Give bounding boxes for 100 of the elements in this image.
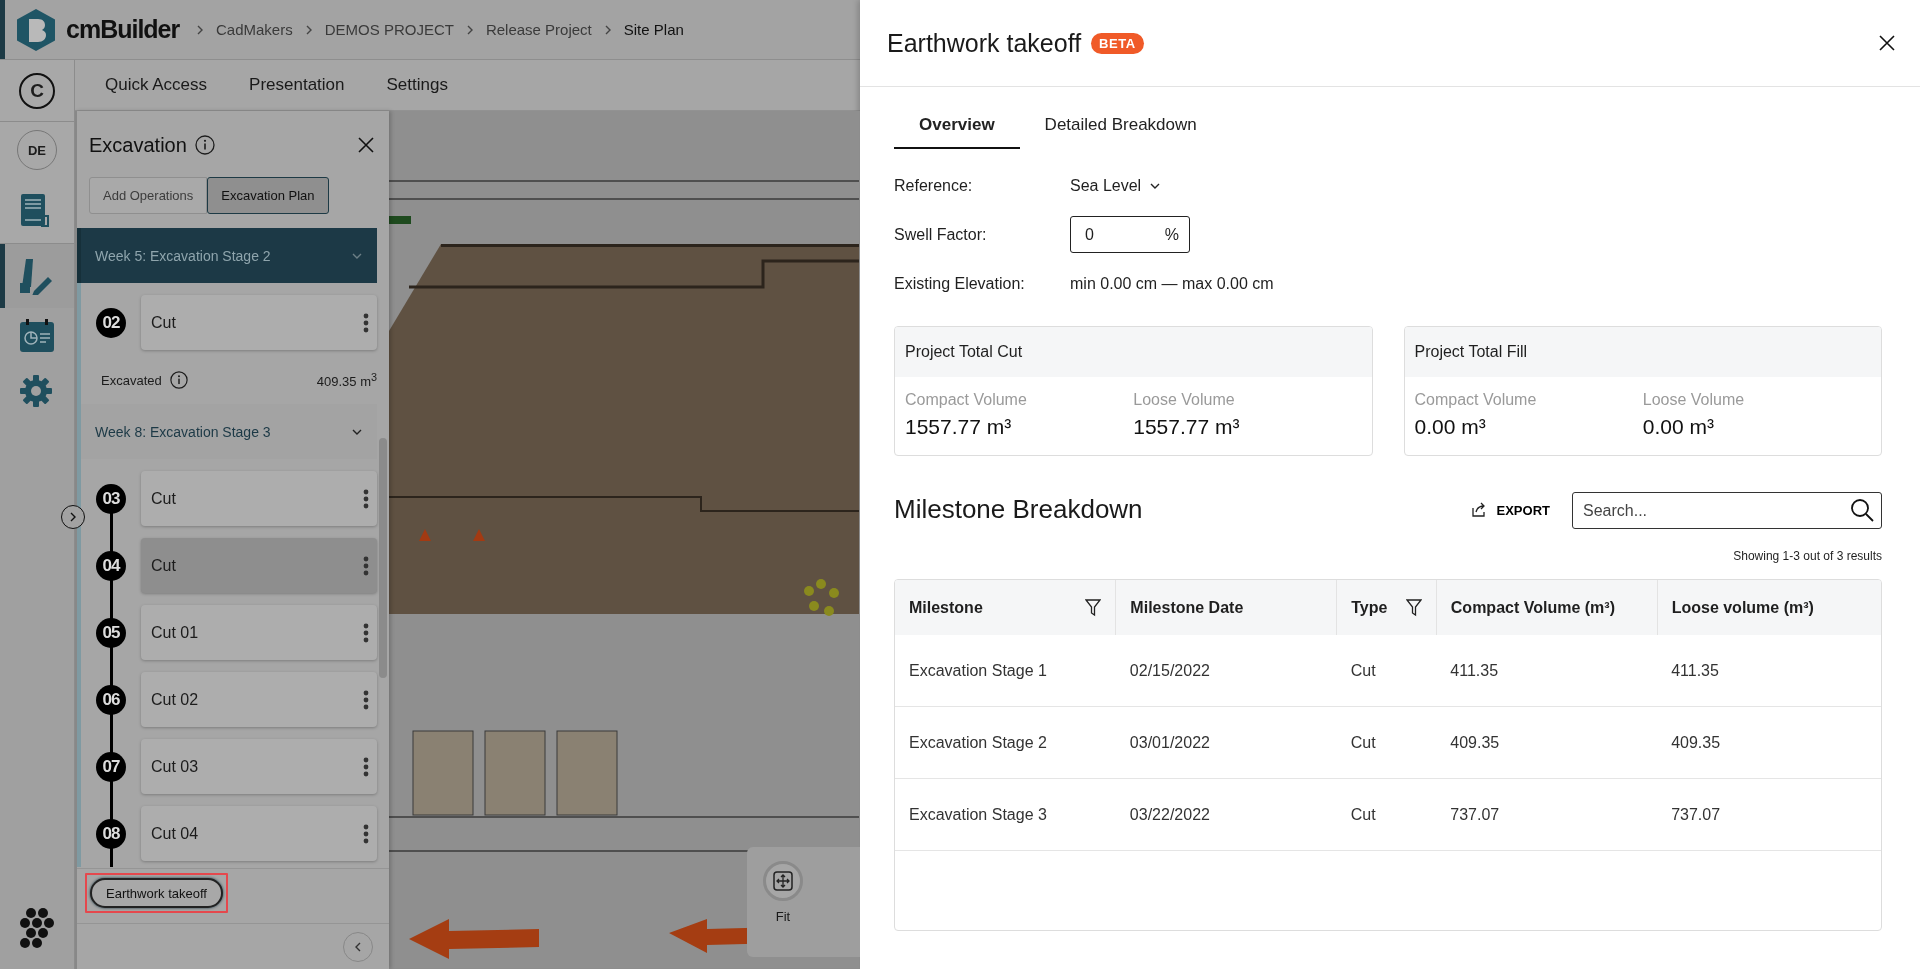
operation-card[interactable]: Cut 01: [141, 605, 377, 660]
tab[interactable]: Detailed Breakdown: [1019, 109, 1222, 149]
beta-badge: BETA: [1091, 32, 1144, 54]
metric-value: 1557.77 m³: [1133, 415, 1241, 439]
step-number: 05: [96, 617, 126, 648]
export-button[interactable]: EXPORT: [1470, 502, 1550, 518]
step-number: 04: [96, 550, 126, 581]
more-options-icon: [363, 756, 369, 777]
table-cell: Excavation Stage 3: [895, 778, 1116, 851]
breadcrumb-item[interactable]: Site Plan: [623, 21, 684, 38]
column-header: Compact Volume (m³): [1436, 580, 1658, 635]
operation-card[interactable]: Cut 02: [141, 672, 377, 727]
section-title: Milestone Breakdown: [894, 494, 1143, 525]
mode-toggle[interactable]: Add Operations: [89, 177, 208, 214]
week-title: Week 8: Excavation Stage 3: [95, 423, 271, 440]
table-cell: 02/15/2022: [1115, 635, 1337, 707]
hexagon-logo-icon: [16, 7, 56, 52]
metric-label: Compact Volume: [905, 391, 1028, 409]
step-number: 08: [96, 818, 126, 849]
menu-tab[interactable]: Presentation: [249, 75, 345, 95]
scrollbar-thumb[interactable]: [379, 438, 387, 678]
metric-value: 1557.77 m³: [905, 415, 1013, 439]
column-header: Loose volume (m³): [1657, 580, 1881, 635]
expand-button[interactable]: [61, 505, 85, 529]
table-cell: Cut: [1336, 778, 1437, 851]
filter-icon[interactable]: [1405, 598, 1422, 617]
table-cell: Excavation Stage 2: [895, 706, 1116, 779]
reference-dropdown[interactable]: Sea Level: [1070, 176, 1162, 195]
column-header: Type: [1336, 580, 1437, 635]
drawer-title: Earthwork takeoff: [887, 28, 1082, 58]
mode-toggle[interactable]: Excavation Plan: [207, 177, 329, 214]
more-options-icon: [363, 823, 369, 844]
info-icon: [194, 135, 215, 155]
step-number: 03: [96, 483, 126, 514]
operation-name: Cut 04: [151, 824, 200, 843]
operation-card[interactable]: Cut: [141, 538, 377, 593]
more-options-icon: [363, 488, 369, 509]
table-cell: 409.35: [1436, 706, 1658, 779]
search-field[interactable]: Search...: [1572, 492, 1882, 529]
breadcrumb-item[interactable]: CadMakers: [216, 21, 293, 38]
table-cell: 03/22/2022: [1115, 778, 1337, 851]
operation-name: Cut: [151, 556, 177, 575]
card-title: Project Total Cut: [895, 327, 1372, 377]
step-number: 06: [96, 684, 126, 715]
breadcrumb-item[interactable]: Release Project: [485, 21, 592, 38]
results-count: Showing 1-3 out of 3 results: [1733, 549, 1882, 563]
close-button[interactable]: [1878, 34, 1896, 52]
step-number: 07: [96, 751, 126, 782]
user-avatar[interactable]: C: [19, 72, 55, 109]
week-header[interactable]: Week 5: Excavation Stage 2: [77, 228, 377, 283]
filter-icon[interactable]: [1085, 598, 1102, 617]
metric-label: Loose Volume: [1133, 391, 1236, 409]
field-label: Existing Elevation:: [894, 274, 1026, 293]
breadcrumb-item[interactable]: DEMOS PROJECT: [324, 21, 454, 38]
operation-card[interactable]: Cut 03: [141, 739, 377, 794]
logo-text: cmBuilder: [66, 15, 180, 44]
menu-tab[interactable]: Quick Access: [105, 75, 208, 95]
step-number: 02: [96, 307, 126, 338]
excavated-label: Excavated: [101, 372, 162, 388]
menu-tab[interactable]: Settings: [386, 75, 448, 95]
honeycomb-icon: [17, 907, 57, 951]
metric-label: Compact Volume: [1414, 391, 1538, 409]
table-cell: Excavation Stage 1: [895, 635, 1116, 707]
metric-value: 0.00 m³: [1414, 415, 1487, 439]
operation-card[interactable]: Cut: [141, 471, 377, 526]
search-icon: [1850, 498, 1874, 522]
field-label: Swell Factor:: [894, 225, 988, 244]
table-cell: 411.35: [1436, 635, 1658, 707]
more-options-icon: [363, 622, 369, 643]
table-cell: 03/01/2022: [1115, 706, 1337, 779]
more-options-icon: [363, 689, 369, 710]
tab[interactable]: Overview: [894, 109, 1020, 149]
week-title: Week 5: Excavation Stage 2: [95, 247, 271, 264]
table-cell: 737.07: [1436, 778, 1658, 851]
column-header: Milestone Date: [1115, 580, 1337, 635]
panel-title: Excavation: [89, 133, 187, 157]
table-cell: Cut: [1336, 635, 1437, 707]
card-title: Project Total Fill: [1404, 327, 1881, 377]
earthwork-takeoff-button[interactable]: Earthwork takeoff: [90, 878, 223, 908]
column-header: Milestone: [895, 580, 1116, 635]
more-options-icon: [363, 312, 369, 333]
swell-factor-field[interactable]: 0 %: [1070, 216, 1190, 253]
operation-name: Cut: [151, 313, 177, 332]
operation-name: Cut 02: [151, 690, 200, 709]
operation-name: Cut: [151, 489, 177, 508]
operation-card[interactable]: Cut: [141, 295, 377, 350]
excavated-value: 409.35 m$^{3}$: [316, 370, 377, 390]
metric-label: Loose Volume: [1642, 391, 1746, 409]
more-options-icon: [363, 555, 369, 576]
metric-value: 0.00 m³: [1642, 415, 1715, 439]
table-cell: Cut: [1336, 706, 1437, 779]
calendar-chart-icon[interactable]: [18, 317, 56, 355]
elevation-value: min 0.00 cm — max 0.00 cm: [1070, 274, 1275, 293]
table-cell: 737.07: [1657, 778, 1881, 851]
table-cell: 411.35: [1657, 635, 1881, 707]
field-label: Reference:: [894, 176, 974, 195]
operation-name: Cut 01: [151, 623, 200, 642]
move-arrows-icon: [772, 870, 794, 892]
operation-card[interactable]: Cut 04: [141, 806, 377, 861]
info-icon: [169, 371, 188, 389]
